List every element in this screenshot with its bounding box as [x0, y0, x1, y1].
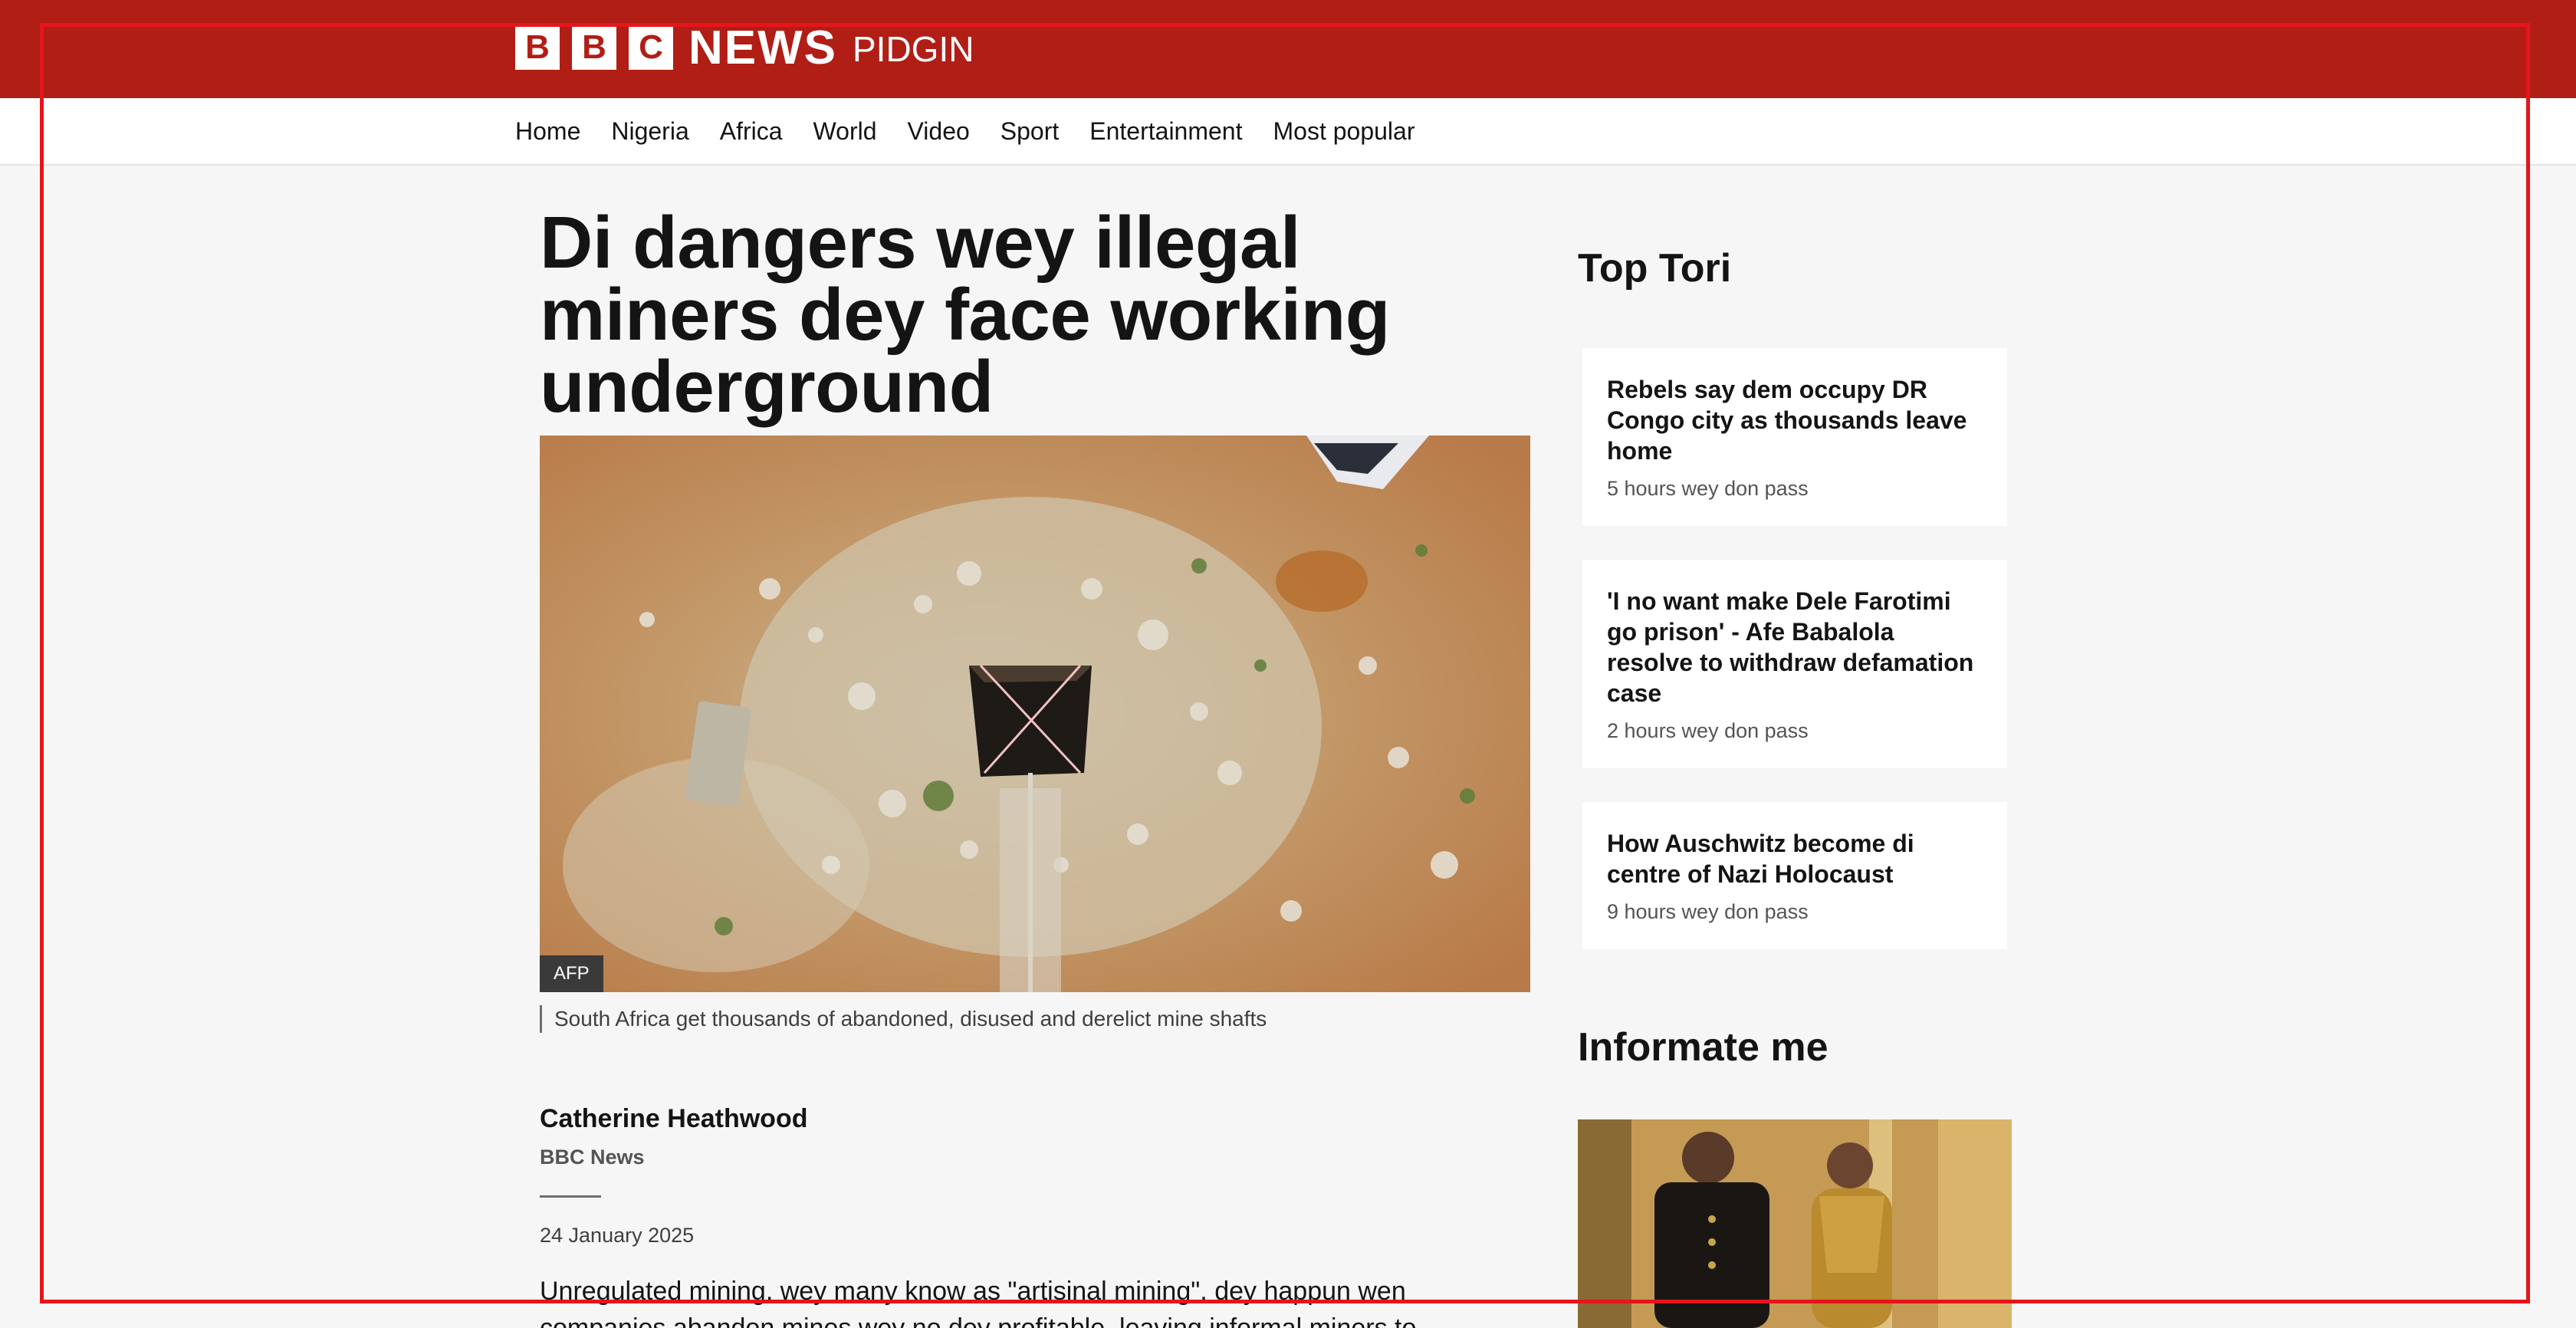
- top-story-time: 2 hours wey don pass: [1607, 719, 1809, 742]
- informate-me-promo-image[interactable]: [1578, 1119, 2012, 1328]
- nav-item-video[interactable]: Video: [908, 117, 970, 146]
- informate-me-heading: Informate me: [1578, 1025, 1829, 1070]
- article-hero-image: AFP: [540, 436, 1530, 992]
- top-story-time: 9 hours wey don pass: [1607, 900, 1809, 923]
- top-story-time: 5 hours wey don pass: [1607, 477, 1809, 500]
- article-body-paragraph: Unregulated mining, wey many know as "ar…: [540, 1277, 1417, 1328]
- image-caption: South Africa get thousands of abandoned,…: [540, 1005, 1530, 1033]
- nav-item-most-popular[interactable]: Most popular: [1273, 117, 1414, 146]
- logo-edition-text: PIDGIN: [853, 29, 974, 69]
- nav-list: Home Nigeria Africa World Video Sport En…: [515, 98, 1445, 164]
- top-story-title[interactable]: Rebels say dem occupy DR Congo city as t…: [1607, 374, 1983, 466]
- logo-letter-b1: B: [515, 25, 560, 70]
- logo-news-text: NEWS: [688, 21, 837, 74]
- nav-item-world[interactable]: World: [813, 117, 877, 146]
- author-name: Catherine Heathwood: [540, 1104, 808, 1133]
- author-organisation: BBC News: [540, 1146, 645, 1169]
- image-credit-badge: AFP: [540, 955, 603, 992]
- top-story-card[interactable]: Rebels say dem occupy DR Congo city as t…: [1582, 348, 2007, 526]
- logo-letter-c: C: [629, 25, 673, 70]
- nav-item-africa[interactable]: Africa: [720, 117, 783, 146]
- nav-item-nigeria[interactable]: Nigeria: [611, 117, 688, 146]
- couple-photo: [1578, 1119, 2012, 1328]
- main-navigation: Home Nigeria Africa World Video Sport En…: [0, 98, 2576, 166]
- nav-item-entertainment[interactable]: Entertainment: [1089, 117, 1242, 146]
- article-date: 24 January 2025: [540, 1224, 695, 1247]
- top-story-title[interactable]: How Auschwitz become di centre of Nazi H…: [1607, 828, 1983, 889]
- bbc-news-pidgin-logo[interactable]: B B C NEWS PIDGIN: [515, 21, 974, 74]
- top-story-card[interactable]: How Auschwitz become di centre of Nazi H…: [1582, 802, 2007, 949]
- top-tori-heading: Top Tori: [1578, 246, 1732, 291]
- nav-item-home[interactable]: Home: [515, 117, 580, 146]
- masthead: B B C NEWS PIDGIN: [0, 0, 2576, 98]
- top-story-card[interactable]: 'I no want make Dele Farotimi go prison'…: [1582, 560, 2007, 768]
- nav-item-sport[interactable]: Sport: [1001, 117, 1059, 146]
- top-story-title[interactable]: 'I no want make Dele Farotimi go prison'…: [1607, 586, 1983, 708]
- mine-shaft-aerial-photo: [540, 436, 1530, 992]
- logo-letter-b2: B: [572, 25, 616, 70]
- article-headline: Di dangers wey illegal miners dey face w…: [540, 202, 1390, 428]
- byline-divider: [540, 1195, 601, 1198]
